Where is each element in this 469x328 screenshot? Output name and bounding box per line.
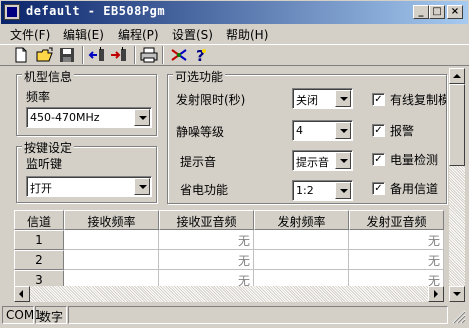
chevron-down-icon[interactable] (134, 178, 150, 195)
scroll-up-button[interactable] (449, 68, 465, 84)
horizontal-scrollbar[interactable] (14, 286, 444, 302)
alarm-label: 报警 (390, 124, 415, 138)
key-settings-title: 按键设定 (22, 139, 75, 156)
maximize-button[interactable]: □ (429, 5, 445, 19)
new-file-icon[interactable] (12, 46, 30, 64)
options-title: 可选功能 (173, 68, 226, 85)
print-icon[interactable] (140, 46, 158, 64)
tx-freq-cell[interactable] (254, 230, 349, 250)
row-header[interactable]: 2 (14, 250, 64, 270)
scroll-down-button[interactable] (449, 286, 465, 302)
rx-tone-cell[interactable]: 无 (159, 250, 254, 270)
chevron-down-icon[interactable] (335, 122, 351, 139)
column-header-tx-freq[interactable]: 发射频率 (254, 210, 349, 230)
prompt-tone-label: 提示音 (180, 155, 217, 169)
squelch-select[interactable]: 4 (292, 120, 353, 141)
tx-freq-cell[interactable] (254, 270, 349, 286)
help-icon[interactable]: ? (192, 46, 210, 65)
chevron-down-icon[interactable] (335, 152, 351, 169)
scroll-right-button[interactable] (428, 286, 444, 302)
backup-channel-label: 备用信道 (390, 182, 439, 196)
wired-copy-checkbox[interactable]: ✓ (372, 93, 385, 106)
tx-freq-cell[interactable] (254, 250, 349, 270)
frequency-select[interactable]: 450-470MHz (26, 107, 152, 128)
row-header[interactable]: 1 (14, 230, 64, 250)
squelch-value: 4 (296, 124, 303, 137)
menu-file[interactable]: 文件(F) (10, 26, 50, 43)
column-header-rx-tone[interactable]: 接收亚音频 (159, 210, 254, 230)
tx-tone-cell[interactable]: 无 (349, 270, 444, 286)
toolbar-separator (82, 46, 84, 64)
prompt-tone-value: 提示音 (296, 156, 329, 169)
open-folder-icon[interactable] (36, 46, 54, 64)
column-header-channel[interactable]: 信道 (14, 210, 64, 230)
app-icon[interactable] (4, 4, 20, 20)
close-button[interactable]: × (447, 5, 463, 19)
menu-edit[interactable]: 编辑(E) (63, 26, 104, 43)
battery-check-checkbox[interactable]: ✓ (372, 153, 385, 166)
status-port: COM1 (2, 306, 42, 324)
status-mode: 数字 (35, 306, 67, 324)
power-save-select[interactable]: 1:2 (292, 180, 353, 201)
frequency-value: 450-470MHz (30, 111, 100, 124)
window-title: default - EB508Pgm (26, 4, 166, 18)
wired-copy-label: 有线复制模 (390, 93, 446, 107)
backup-channel-checkbox[interactable]: ✓ (372, 182, 385, 195)
channel-table: 信道 接收频率 接收亚音频 发射频率 发射亚音频 1 无 无 2 无 无 3 无… (14, 210, 444, 286)
rx-freq-cell[interactable] (64, 250, 159, 270)
model-info-title: 机型信息 (22, 68, 75, 85)
rx-freq-cell[interactable] (64, 230, 159, 250)
monitor-key-select[interactable]: 打开 (26, 176, 152, 197)
settings-icon[interactable] (170, 46, 188, 64)
battery-check-label: 电量检测 (390, 153, 439, 167)
prompt-tone-select[interactable]: 提示音 (292, 150, 353, 171)
toolbar-separator (134, 46, 136, 64)
column-header-rx-freq[interactable]: 接收频率 (64, 210, 159, 230)
write-radio-icon[interactable] (110, 46, 128, 64)
scroll-left-button[interactable] (14, 286, 30, 302)
rx-tone-cell[interactable]: 无 (159, 270, 254, 286)
tx-limit-value: 关闭 (296, 94, 318, 107)
vertical-scroll-thumb[interactable] (449, 84, 465, 166)
rx-tone-cell[interactable]: 无 (159, 230, 254, 250)
tx-tone-cell[interactable]: 无 (349, 250, 444, 270)
read-radio-icon[interactable] (88, 46, 106, 64)
monitor-key-value: 打开 (30, 182, 52, 195)
tx-tone-cell[interactable]: 无 (349, 230, 444, 250)
power-save-value: 1:2 (296, 184, 314, 197)
resize-grip-icon[interactable] (452, 310, 466, 324)
menu-help[interactable]: 帮助(H) (226, 26, 268, 43)
menu-program[interactable]: 编程(P) (118, 26, 159, 43)
alarm-checkbox[interactable]: ✓ (372, 124, 385, 137)
rx-freq-cell[interactable] (64, 270, 159, 286)
frequency-label: 频率 (26, 90, 51, 104)
row-header[interactable]: 3 (14, 270, 64, 286)
chevron-down-icon[interactable] (335, 90, 351, 107)
save-icon[interactable] (58, 46, 76, 64)
squelch-label: 静噪等级 (176, 125, 225, 139)
tx-limit-label: 发射限时(秒) (176, 93, 246, 107)
chevron-down-icon[interactable] (335, 182, 351, 199)
tx-limit-select[interactable]: 关闭 (292, 88, 353, 109)
monitor-key-label: 监听键 (26, 157, 63, 171)
status-panel-empty (68, 306, 448, 324)
column-header-tx-tone[interactable]: 发射亚音频 (349, 210, 444, 230)
power-save-label: 省电功能 (180, 183, 229, 197)
chevron-down-icon[interactable] (134, 109, 150, 126)
menu-settings[interactable]: 设置(S) (172, 26, 213, 43)
minimize-button[interactable]: _ (413, 5, 429, 19)
toolbar-separator (162, 46, 164, 64)
